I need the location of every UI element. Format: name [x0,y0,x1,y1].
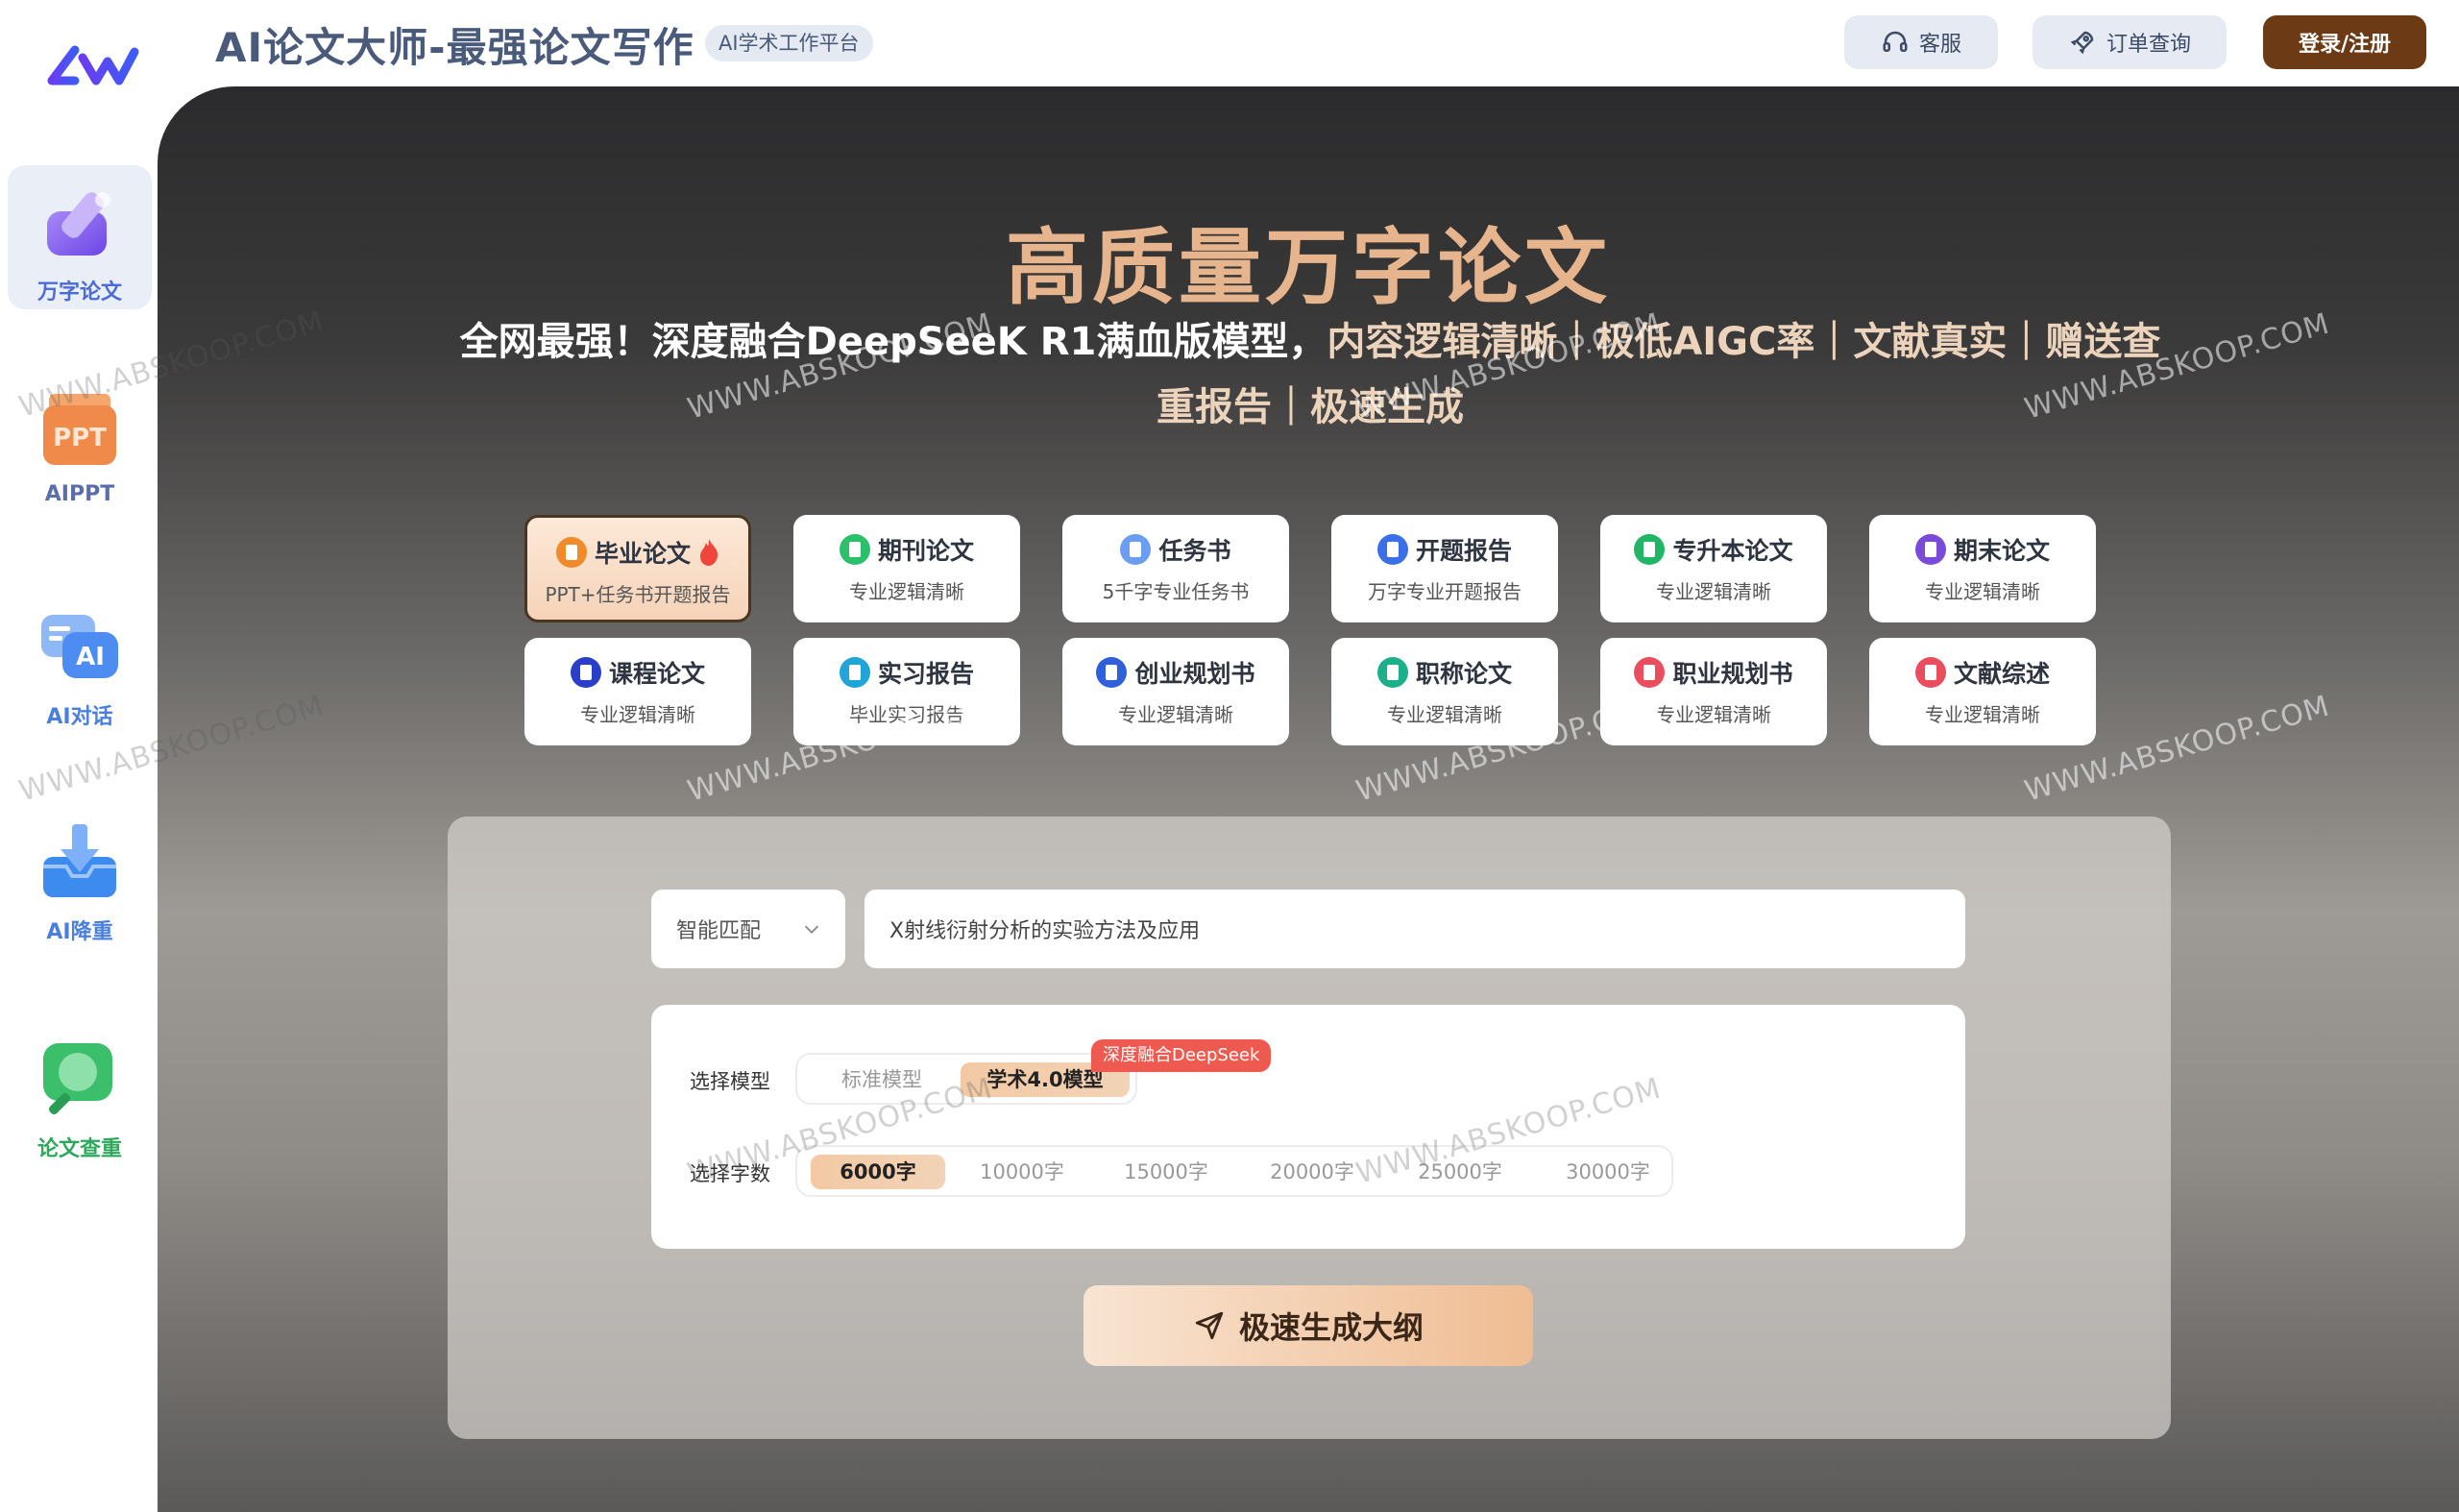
hero-title: 高质量万字论文 [1006,220,1611,316]
category-subtitle: 万字专业开题报告 [1368,580,1522,603]
category-subtitle: 专业逻辑清晰 [849,580,964,603]
category-title-text: 专升本论文 [1672,537,1793,565]
category-title-text: 文献综述 [1953,660,2050,688]
category-title-text: 职业规划书 [1672,660,1793,688]
category-title: 职业规划书 [1600,655,1827,690]
category-card[interactable]: 创业规划书专业逻辑清晰 [1062,638,1289,745]
category-card[interactable]: 课程论文专业逻辑清晰 [524,638,751,745]
chat-ai-icon: AI [41,615,118,678]
category-subtitle: 5千字专业任务书 [1102,580,1250,603]
category-title: 毕业论文 [527,535,748,570]
category-card[interactable]: 期末论文专业逻辑清晰 [1869,515,2096,622]
magnifier-icon [43,1043,112,1115]
document-icon [570,657,601,688]
document-icon [1096,657,1128,688]
category-title: 开题报告 [1331,532,1558,567]
category-title: 任务书 [1062,532,1289,567]
category-subtitle: 专业逻辑清晰 [1925,703,2040,726]
category-card[interactable]: 文献综述专业逻辑清晰 [1869,638,2096,745]
category-title-text: 开题报告 [1415,537,1512,565]
word-count-segment: 6000字 10000字 15000字 20000字 25000字 30000字 [795,1145,1673,1197]
sidebar-item-label: 论文查重 [37,1137,122,1161]
category-title: 期刊论文 [793,532,1020,567]
category-title-text: 实习报告 [877,660,974,688]
svg-text:AI: AI [76,643,105,671]
document-icon [1914,534,1946,565]
category-title-text: 职称论文 [1415,660,1512,688]
sidebar-item-label: AI对话 [46,705,113,729]
mode-select[interactable]: 智能匹配 [651,890,845,968]
order-query-label: 订单查询 [2106,33,2191,57]
download-tray-icon [43,824,116,897]
category-title: 专升本论文 [1600,532,1827,567]
sidebar-item-label: AIPPT [44,482,115,506]
sidebar-item-ai-chat[interactable]: AI AI对话 [8,601,152,730]
mode-select-value: 智能匹配 [676,919,762,943]
category-title: 职称论文 [1331,655,1558,690]
document-icon [1634,534,1666,565]
customer-service-label: 客服 [1918,33,1961,57]
category-card[interactable]: 期刊论文专业逻辑清晰 [793,515,1020,622]
word-option-6000[interactable]: 6000字 [811,1155,945,1189]
category-subtitle: 专业逻辑清晰 [1925,580,2040,603]
category-title-text: 课程论文 [608,660,705,688]
svg-text:PPT: PPT [53,424,107,452]
login-register-button[interactable]: 登录/注册 [2263,15,2426,69]
category-subtitle: 专业逻辑清晰 [580,703,695,726]
category-title: 课程论文 [524,655,751,690]
document-icon [1376,657,1408,688]
order-query-button[interactable]: 订单查询 [2033,15,2227,69]
category-title: 文献综述 [1869,655,2096,690]
category-title-text: 期刊论文 [877,537,974,565]
sidebar-item-label: AI降重 [46,920,113,944]
word-option-15000[interactable]: 15000字 [1099,1155,1233,1189]
category-card[interactable]: 毕业论文 PPT+任务书开题报告 [524,515,751,622]
word-option-10000[interactable]: 10000字 [955,1155,1089,1189]
generate-outline-button[interactable]: 极速生成大纲 [1083,1285,1533,1366]
generate-outline-label: 极速生成大纲 [1238,1309,1424,1346]
send-icon [1195,1311,1224,1340]
category-title-text: 期末论文 [1953,537,2050,565]
chevron-down-icon [804,925,819,934]
document-icon [1914,657,1946,688]
sidebar-item-ai-rewrite[interactable]: AI降重 [8,817,152,945]
category-title: 实习报告 [793,655,1020,690]
pen-icon [47,192,110,256]
category-card[interactable]: 专升本论文专业逻辑清晰 [1600,515,1827,622]
category-title-text: 创业规划书 [1134,660,1255,688]
platform-badge: AI学术工作平台 [705,25,873,61]
fire-icon [700,539,718,566]
category-title-text: 任务书 [1158,537,1231,565]
model-label: 选择模型 [690,1070,770,1093]
sidebar-item-thesis[interactable]: 万字论文 [8,165,152,309]
category-title: 期末论文 [1869,532,2096,567]
deepseek-badge: 深度融合DeepSeek [1091,1039,1272,1072]
headset-icon [1883,31,1908,52]
document-icon [555,537,587,568]
category-title-text: 毕业论文 [594,540,691,568]
rocket-icon [2070,31,2094,55]
top-bar: AI论文大师-最强论文写作 AI学术工作平台 客服 订单查询 登录/注册 [0,0,2459,86]
word-option-30000[interactable]: 30000字 [1541,1155,1675,1189]
category-subtitle: 专业逻辑清晰 [1656,580,1771,603]
document-icon [1120,534,1152,565]
app-title: AI论文大师-最强论文写作 [215,24,694,71]
document-icon [839,657,870,688]
sidebar-item-plagiarism-check[interactable]: 论文查重 [8,1034,152,1162]
category-card[interactable]: 任务书 5千字专业任务书 [1062,515,1289,622]
document-icon [1634,657,1666,688]
category-subtitle: PPT+任务书开题报告 [545,583,731,606]
category-subtitle: 专业逻辑清晰 [1118,703,1233,726]
category-card[interactable]: 开题报告万字专业开题报告 [1331,515,1558,622]
category-title: 创业规划书 [1062,655,1289,690]
document-icon [839,534,870,565]
customer-service-button[interactable]: 客服 [1844,15,1998,69]
topic-input[interactable] [864,890,1965,968]
document-icon [1376,534,1408,565]
category-subtitle: 专业逻辑清晰 [1387,703,1502,726]
sidebar-item-label: 万字论文 [37,280,122,305]
